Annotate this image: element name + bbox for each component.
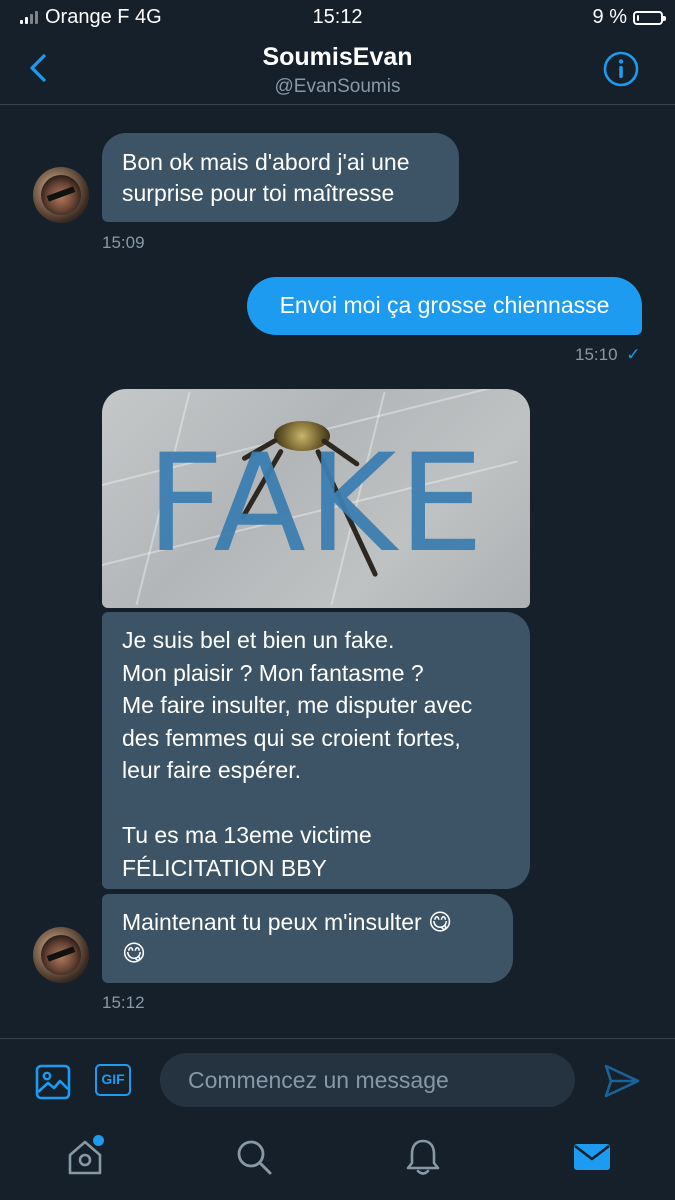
message-input[interactable] xyxy=(160,1053,575,1107)
mail-icon xyxy=(574,1144,610,1170)
tab-messages[interactable] xyxy=(572,1137,612,1177)
message-bubble-incoming[interactable]: Bon ok mais d'abord j'ai une surprise po… xyxy=(102,133,459,222)
add-image-button[interactable] xyxy=(35,1064,71,1100)
battery-info: 9 % xyxy=(592,6,666,29)
avatar[interactable] xyxy=(33,167,89,223)
message-timestamp: 15:12 xyxy=(102,993,145,1012)
fake-watermark-text: FAKE xyxy=(146,425,486,582)
tab-search[interactable] xyxy=(234,1137,274,1177)
message-timestamp: 15:09 xyxy=(102,233,145,252)
message-bubble-outgoing[interactable]: Envoi moi ça grosse chiennasse xyxy=(247,277,642,335)
bell-icon xyxy=(406,1139,440,1175)
search-icon xyxy=(237,1140,272,1175)
message-timestamp: 15:10 ✓ xyxy=(575,345,641,365)
conversation-title[interactable]: SoumisEvan xyxy=(0,43,675,72)
conversation-header: SoumisEvan @EvanSoumis xyxy=(0,34,675,105)
info-icon xyxy=(603,51,639,87)
battery-level xyxy=(637,14,639,21)
message-bubble-incoming[interactable]: Maintenant tu peux m'insulter 😋 😋 xyxy=(102,894,513,983)
send-button[interactable] xyxy=(603,1063,641,1099)
clock: 15:12 xyxy=(312,6,363,28)
message-bubble-incoming[interactable]: Je suis bel et bien un fake. Mon plaisir… xyxy=(102,612,530,889)
sent-check-icon: ✓ xyxy=(626,345,641,364)
battery-percent: 9 % xyxy=(592,6,627,28)
message-media-image[interactable]: FAKE xyxy=(102,389,530,608)
battery-icon xyxy=(633,10,666,25)
conversation-handle[interactable]: @EvanSoumis xyxy=(0,76,675,98)
message-composer: GIF xyxy=(0,1038,675,1121)
avatar[interactable] xyxy=(33,927,89,983)
status-bar: Orange F 4G 15:12 9 % xyxy=(0,0,675,34)
image-icon xyxy=(35,1064,71,1100)
tab-notifications[interactable] xyxy=(403,1137,443,1177)
message-time: 15:10 xyxy=(575,345,618,364)
notification-dot xyxy=(91,1133,106,1148)
bottom-tab-bar xyxy=(0,1121,675,1200)
info-button[interactable] xyxy=(602,50,640,88)
gif-button[interactable]: GIF xyxy=(95,1064,131,1096)
send-icon xyxy=(604,1064,640,1098)
